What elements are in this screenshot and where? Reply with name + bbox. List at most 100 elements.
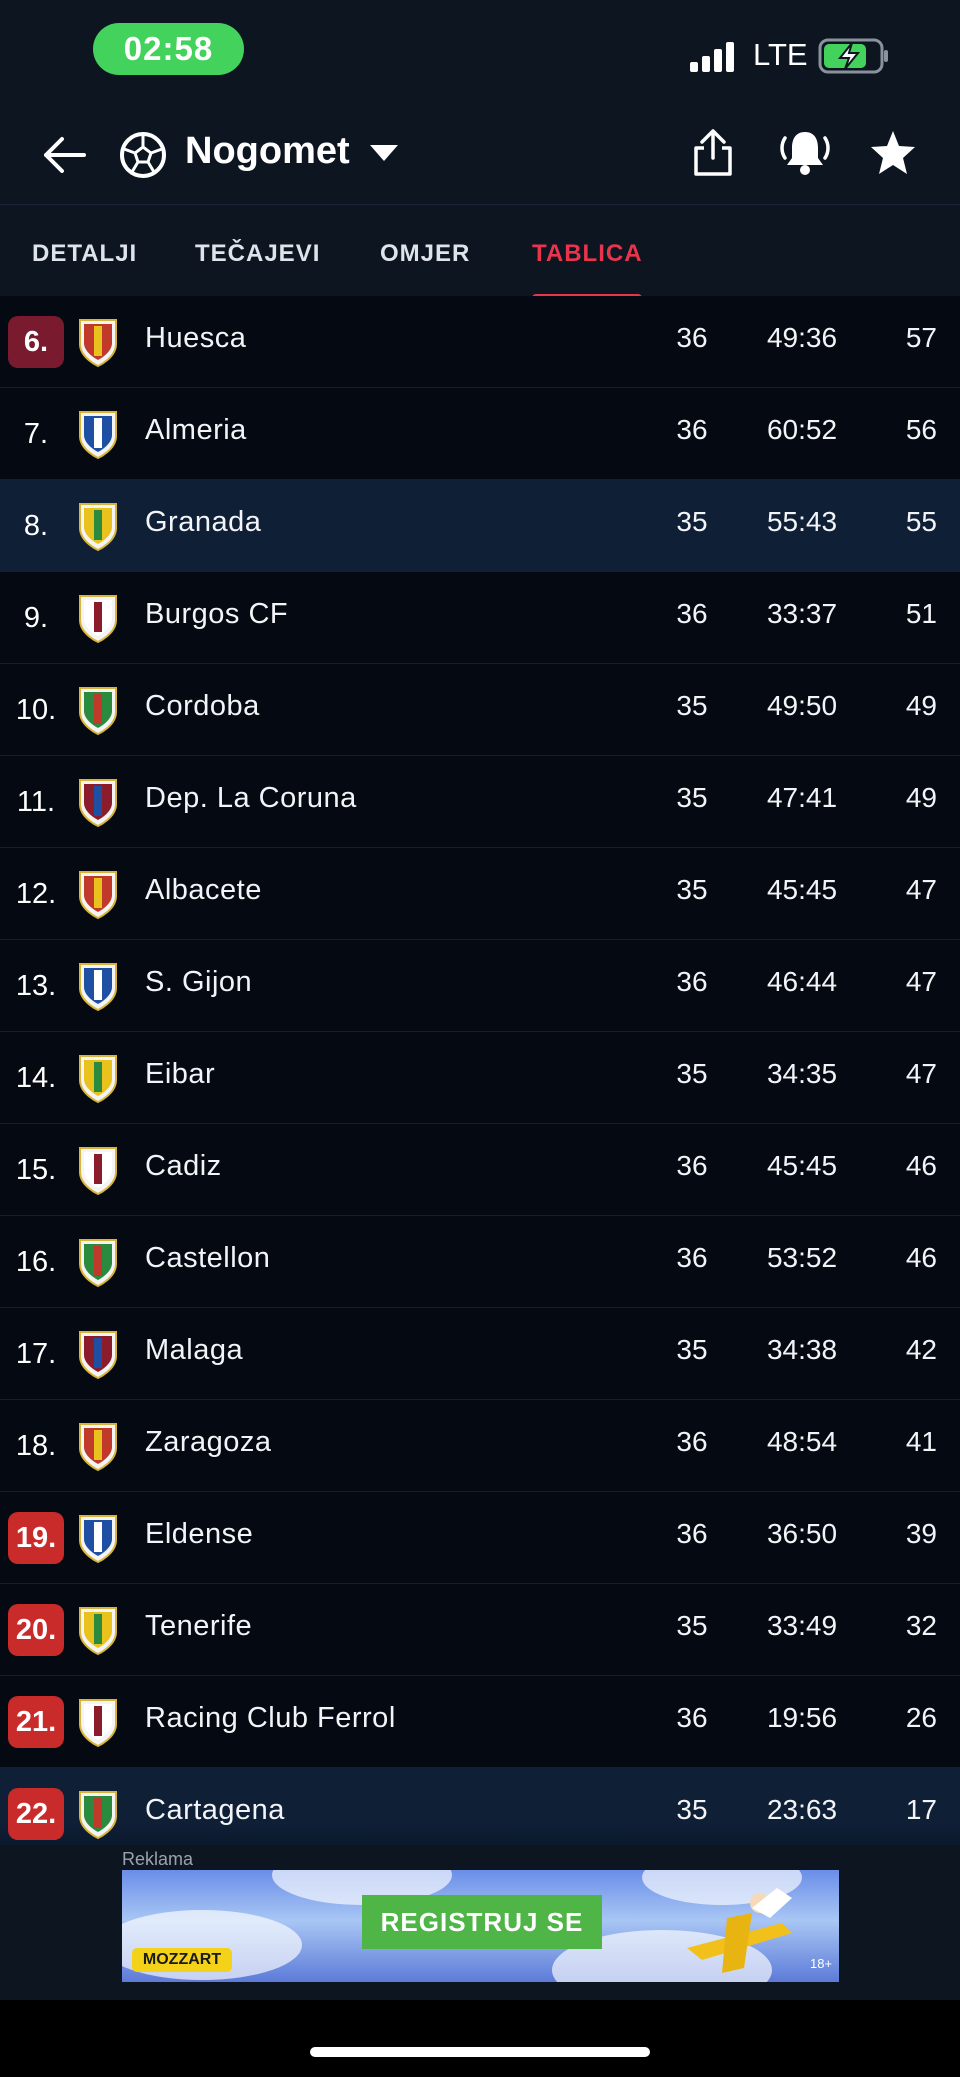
ad-label: Reklama bbox=[122, 1849, 194, 1869]
table-row[interactable]: 9. Burgos CF 36 33:37 51 bbox=[0, 572, 960, 665]
team-points: 39 bbox=[905, 1518, 937, 1549]
table-row[interactable]: 8. Granada 35 55:43 55 bbox=[0, 480, 960, 573]
airplane-illustration-icon bbox=[687, 1888, 792, 1973]
goal-score: 55:43 bbox=[766, 506, 838, 537]
table-row[interactable]: 13. S. Gijon 36 46:44 47 bbox=[0, 940, 960, 1033]
battery-charging-icon bbox=[818, 38, 888, 74]
goal-score: 47:41 bbox=[766, 782, 838, 813]
tab-omjer[interactable]: OMJER bbox=[380, 240, 470, 268]
team-points: 41 bbox=[905, 1426, 937, 1457]
table-row[interactable]: 21. Racing Club Ferrol 36 19:56 26 bbox=[0, 1676, 960, 1769]
goal-score: 34:35 bbox=[766, 1058, 838, 1089]
matches-played: 36 bbox=[676, 598, 708, 629]
goal-score: 45:45 bbox=[766, 874, 838, 905]
goal-score: 19:56 bbox=[766, 1702, 838, 1733]
table-row[interactable]: 20. Tenerife 35 33:49 32 bbox=[0, 1584, 960, 1677]
ad-age-rating: 18+ bbox=[810, 1956, 833, 1971]
matches-played: 36 bbox=[676, 322, 708, 353]
network-label: LTE bbox=[753, 37, 808, 72]
goal-score: 53:52 bbox=[766, 1242, 838, 1273]
home-indicator[interactable] bbox=[310, 2047, 650, 2057]
team-rank: 12. bbox=[15, 877, 57, 910]
table-row[interactable]: 19. Eldense 36 36:50 39 bbox=[0, 1492, 960, 1585]
ad-brand-logo: MOZZART bbox=[132, 1948, 232, 1972]
tab-detalji[interactable]: DETALJI bbox=[32, 240, 137, 268]
home-indicator-area bbox=[0, 2000, 960, 2077]
matches-played: 36 bbox=[676, 966, 708, 997]
table-row[interactable]: 10. Cordoba 35 49:50 49 bbox=[0, 664, 960, 757]
matches-played: 36 bbox=[676, 1518, 708, 1549]
team-crest-icon bbox=[79, 871, 117, 920]
team-crest-icon bbox=[79, 1423, 117, 1472]
ad-banner[interactable]: REGISTRUJ SE MOZZART 18+ bbox=[122, 1870, 839, 1982]
table-row[interactable]: 12. Albacete 35 45:45 47 bbox=[0, 848, 960, 941]
team-rank: 11. bbox=[16, 785, 56, 818]
table-row[interactable]: 17. Malaga 35 34:38 42 bbox=[0, 1308, 960, 1401]
team-name: Huesca bbox=[145, 322, 247, 354]
team-points: 55 bbox=[905, 506, 937, 537]
matches-played: 35 bbox=[676, 506, 708, 537]
tab-tecajevi[interactable]: TEČAJEVI bbox=[195, 240, 320, 268]
team-points: 42 bbox=[905, 1334, 937, 1365]
tab-tablica[interactable]: TABLICA bbox=[532, 240, 643, 268]
team-rank: 19. bbox=[8, 1512, 64, 1564]
back-arrow-icon[interactable] bbox=[40, 130, 90, 180]
goal-score: 46:44 bbox=[766, 966, 838, 997]
team-name: Granada bbox=[145, 506, 262, 538]
team-crest-icon bbox=[79, 1607, 117, 1656]
goal-score: 49:50 bbox=[766, 690, 838, 721]
team-crest-icon bbox=[79, 1147, 117, 1196]
team-points: 57 bbox=[905, 322, 937, 353]
team-points: 32 bbox=[905, 1610, 937, 1641]
team-crest-icon bbox=[79, 1515, 117, 1564]
matches-played: 35 bbox=[676, 1610, 708, 1641]
matches-played: 36 bbox=[676, 1426, 708, 1457]
table-row[interactable]: 11. Dep. La Coruna 35 47:41 49 bbox=[0, 756, 960, 849]
table-row[interactable]: 16. Castellon 36 53:52 46 bbox=[0, 1216, 960, 1309]
goal-score: 36:50 bbox=[766, 1518, 838, 1549]
team-rank: 14. bbox=[15, 1061, 57, 1094]
table-row[interactable]: 7. Almeria 36 60:52 56 bbox=[0, 388, 960, 481]
sport-selector-title[interactable]: Nogomet bbox=[185, 130, 350, 173]
team-name: Tenerife bbox=[145, 1610, 253, 1642]
table-row[interactable]: 18. Zaragoza 36 48:54 41 bbox=[0, 1400, 960, 1493]
team-rank: 10. bbox=[15, 693, 57, 726]
goal-score: 34:38 bbox=[766, 1334, 838, 1365]
team-rank: 20. bbox=[8, 1604, 64, 1656]
team-rank: 15. bbox=[15, 1153, 57, 1186]
team-name: Malaga bbox=[145, 1334, 244, 1366]
share-icon[interactable] bbox=[690, 128, 736, 178]
team-points: 47 bbox=[905, 874, 937, 905]
matches-played: 35 bbox=[676, 1058, 708, 1089]
team-name: Cadiz bbox=[145, 1150, 222, 1182]
favorite-star-icon[interactable] bbox=[868, 128, 918, 178]
team-name: Racing Club Ferrol bbox=[145, 1702, 396, 1734]
team-rank: 22. bbox=[8, 1788, 64, 1840]
team-rank: 16. bbox=[15, 1245, 57, 1278]
team-points: 17 bbox=[905, 1794, 937, 1825]
ad-register-button[interactable]: REGISTRUJ SE bbox=[362, 1895, 602, 1949]
team-rank: 17. bbox=[15, 1337, 57, 1370]
team-name: Burgos CF bbox=[145, 598, 289, 630]
team-rank: 18. bbox=[15, 1429, 57, 1462]
team-crest-icon bbox=[79, 1791, 117, 1840]
goal-score: 23:63 bbox=[766, 1794, 838, 1825]
goal-score: 48:54 bbox=[766, 1426, 838, 1457]
chevron-down-icon[interactable] bbox=[370, 145, 398, 163]
team-name: Albacete bbox=[145, 874, 262, 906]
team-rank: 9. bbox=[23, 601, 49, 634]
team-name: Eldense bbox=[145, 1518, 254, 1550]
team-crest-icon bbox=[79, 1055, 117, 1104]
table-row[interactable]: 15. Cadiz 36 45:45 46 bbox=[0, 1124, 960, 1217]
team-points: 56 bbox=[905, 414, 937, 445]
team-rank: 8. bbox=[23, 509, 49, 542]
matches-played: 35 bbox=[676, 782, 708, 813]
team-crest-icon bbox=[79, 503, 117, 552]
signal-strength-icon bbox=[690, 42, 734, 72]
team-points: 26 bbox=[905, 1702, 937, 1733]
table-row[interactable]: 14. Eibar 35 34:35 47 bbox=[0, 1032, 960, 1125]
team-crest-icon bbox=[79, 1239, 117, 1288]
notification-bell-icon[interactable] bbox=[778, 128, 832, 178]
team-points: 47 bbox=[905, 1058, 937, 1089]
table-row[interactable]: 6. Huesca 36 49:36 57 bbox=[0, 296, 960, 389]
